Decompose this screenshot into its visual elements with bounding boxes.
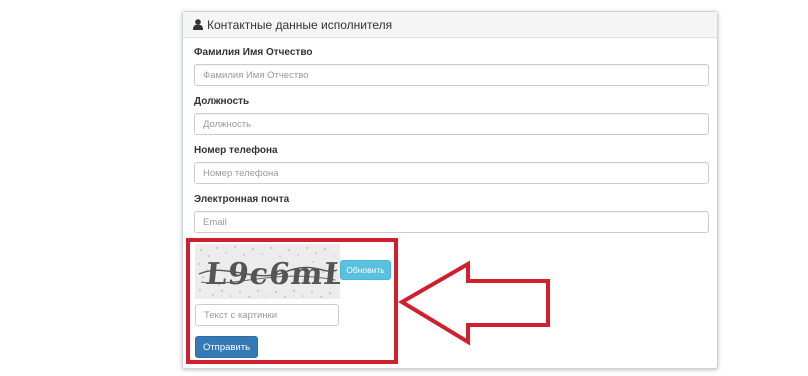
- position-input[interactable]: [194, 113, 709, 135]
- contact-panel: Контактные данные исполнителя Фамилия Им…: [182, 11, 718, 369]
- position-label: Должность: [194, 96, 250, 107]
- page: Контактные данные исполнителя Фамилия Им…: [0, 0, 808, 376]
- phone-input[interactable]: [194, 162, 709, 184]
- captcha-image: L9c6mL: [195, 244, 348, 299]
- panel-title: Контактные данные исполнителя: [207, 17, 393, 32]
- user-icon: [193, 19, 203, 30]
- full-name-label: Фамилия Имя Отчество: [194, 47, 313, 58]
- captcha-text: L9c6mL: [204, 257, 340, 292]
- phone-label: Номер телефона: [194, 145, 278, 156]
- captcha-input[interactable]: [195, 304, 339, 326]
- email-label: Электронная почта: [194, 194, 290, 205]
- panel-heading: Контактные данные исполнителя: [183, 12, 717, 38]
- email-input[interactable]: [194, 211, 709, 233]
- submit-button[interactable]: Отправить: [195, 336, 258, 358]
- full-name-input[interactable]: [194, 64, 709, 86]
- refresh-captcha-button[interactable]: Обновить: [340, 260, 391, 280]
